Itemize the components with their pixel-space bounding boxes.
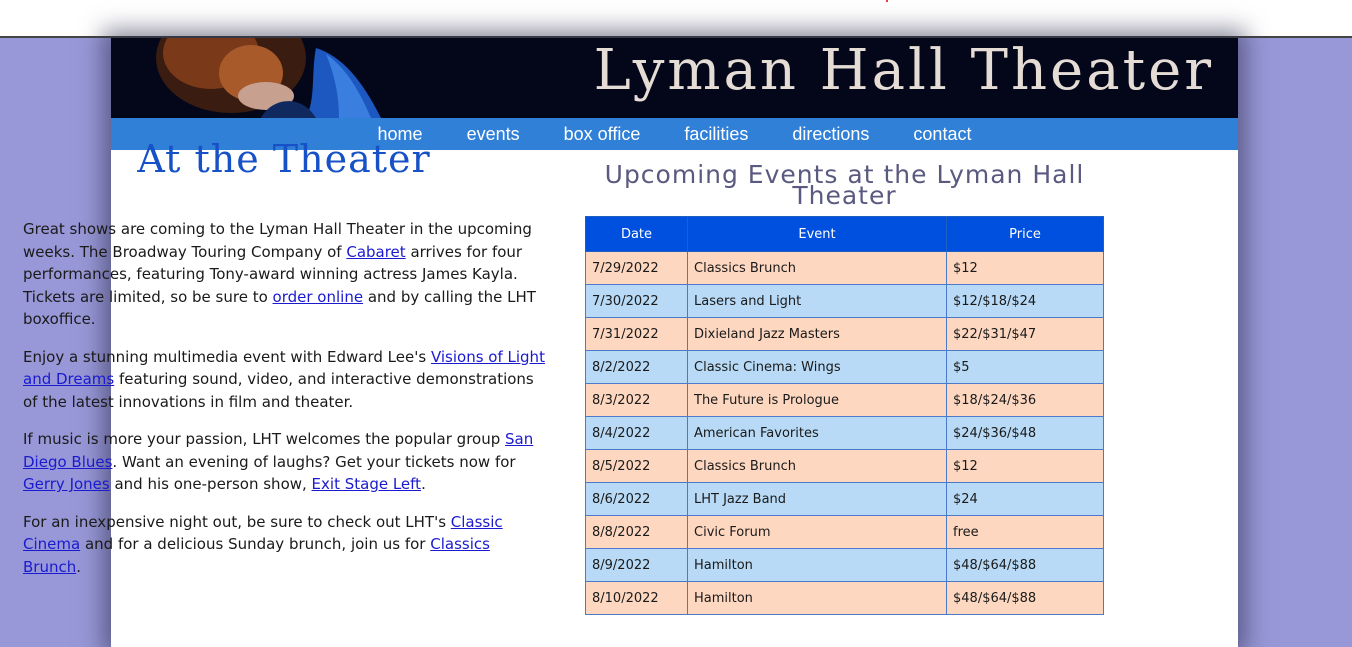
table-row: 8/3/2022 The Future is Prologue $18/$24/… xyxy=(585,383,1104,417)
paragraph-text: . xyxy=(76,557,82,576)
paragraph-text: For an inexpensive night out, be sure to… xyxy=(23,512,451,531)
cell-event: Hamilton xyxy=(687,581,947,615)
cell-date: 8/5/2022 xyxy=(585,449,688,483)
cell-price: $24 xyxy=(946,482,1104,516)
table-header-row: Date Event Price xyxy=(585,216,1104,252)
table-row: 7/30/2022 Lasers and Light $12/$18/$24 xyxy=(585,284,1104,318)
table-row: 8/4/2022 American Favorites $24/$36/$48 xyxy=(585,416,1104,450)
cell-date: 8/9/2022 xyxy=(585,548,688,582)
column-header-date: Date xyxy=(585,216,688,252)
events-aside: Upcoming Events at the Lyman Hall Theate… xyxy=(585,160,1104,615)
paragraph-text: Enjoy a stunning multimedia event with E… xyxy=(23,347,431,366)
table-row: 8/5/2022 Classics Brunch $12 xyxy=(585,449,1104,483)
table-row: 7/31/2022 Dixieland Jazz Masters $22/$31… xyxy=(585,317,1104,351)
table-row: 8/10/2022 Hamilton $48/$64/$88 xyxy=(585,581,1104,615)
cell-event: Classic Cinema: Wings xyxy=(687,350,947,384)
events-heading: Upcoming Events at the Lyman Hall Theate… xyxy=(604,160,1085,210)
nav-facilities[interactable]: facilities xyxy=(684,124,748,145)
link-exit-stage-left[interactable]: Exit Stage Left xyxy=(312,475,422,493)
link-order-online[interactable]: order online xyxy=(273,288,364,306)
main-article: At the Theater Great shows are coming to… xyxy=(23,134,545,593)
cell-date: 8/8/2022 xyxy=(585,515,688,549)
paragraph-4: For an inexpensive night out, be sure to… xyxy=(23,511,545,579)
table-row: 8/9/2022 Hamilton $48/$64/$88 xyxy=(585,548,1104,582)
table-row: 8/8/2022 Civic Forum free xyxy=(585,515,1104,549)
nav-box-office[interactable]: box office xyxy=(564,124,641,145)
column-header-event: Event xyxy=(687,216,947,252)
cell-date: 7/30/2022 xyxy=(585,284,688,318)
events-table: Date Event Price 7/29/2022 Classics Brun… xyxy=(585,216,1104,615)
cell-price: $24/$36/$48 xyxy=(946,416,1104,450)
table-row: 7/29/2022 Classics Brunch $12 xyxy=(585,251,1104,285)
nav-contact[interactable]: contact xyxy=(913,124,971,145)
cell-event: The Future is Prologue xyxy=(687,383,947,417)
paragraph-text: . Want an evening of laughs? Get your ti… xyxy=(112,452,516,471)
cell-price: $12 xyxy=(946,449,1104,483)
cell-event: Lasers and Light xyxy=(687,284,947,318)
cell-date: 7/29/2022 xyxy=(585,251,688,285)
paragraph-text: and his one-person show, xyxy=(109,475,312,493)
nav-directions[interactable]: directions xyxy=(792,124,869,145)
cell-event: Classics Brunch xyxy=(687,251,947,285)
link-gerry-jones[interactable]: Gerry Jones xyxy=(23,475,110,493)
cell-event: Classics Brunch xyxy=(687,449,947,483)
cell-event: LHT Jazz Band xyxy=(687,482,947,516)
cell-price: free xyxy=(946,515,1104,549)
cell-event: Dixieland Jazz Masters xyxy=(687,317,947,351)
cell-date: 8/3/2022 xyxy=(585,383,688,417)
page-title: At the Theater xyxy=(137,137,431,181)
paragraph-text: If music is more your passion, LHT welco… xyxy=(23,430,506,448)
header-banner: Lyman Hall Theater xyxy=(111,38,1238,118)
cell-event: American Favorites xyxy=(687,416,947,450)
performer-photo xyxy=(111,38,411,118)
paragraph-1: Great shows are coming to the Lyman Hall… xyxy=(23,218,545,331)
paragraph-text: and for a delicious Sunday brunch, join … xyxy=(80,535,431,553)
cell-price: $18/$24/$36 xyxy=(946,383,1104,417)
column-header-price: Price xyxy=(946,216,1104,252)
cell-price: $5 xyxy=(946,350,1104,384)
cell-event: Hamilton xyxy=(687,548,947,582)
table-row: 8/2/2022 Classic Cinema: Wings $5 xyxy=(585,350,1104,384)
cell-price: $12/$18/$24 xyxy=(946,284,1104,318)
cell-price: $12 xyxy=(946,251,1104,285)
browser-top-strip xyxy=(0,0,1352,36)
cell-price: $48/$64/$88 xyxy=(946,581,1104,615)
site-title: Lyman Hall Theater xyxy=(593,38,1214,103)
paragraph-3: If music is more your passion, LHT welco… xyxy=(23,428,545,496)
cell-price: $48/$64/$88 xyxy=(946,548,1104,582)
cell-date: 8/6/2022 xyxy=(585,482,688,516)
table-row: 8/6/2022 LHT Jazz Band $24 xyxy=(585,482,1104,516)
paragraph-text: . xyxy=(421,475,426,493)
link-cabaret[interactable]: Cabaret xyxy=(346,243,405,261)
red-dot xyxy=(886,0,888,2)
cell-event: Civic Forum xyxy=(687,515,947,549)
cell-date: 7/31/2022 xyxy=(585,317,688,351)
cell-date: 8/4/2022 xyxy=(585,416,688,450)
cell-date: 8/10/2022 xyxy=(585,581,688,615)
paragraph-2: Enjoy a stunning multimedia event with E… xyxy=(23,346,545,414)
cell-date: 8/2/2022 xyxy=(585,350,688,384)
cell-price: $22/$31/$47 xyxy=(946,317,1104,351)
